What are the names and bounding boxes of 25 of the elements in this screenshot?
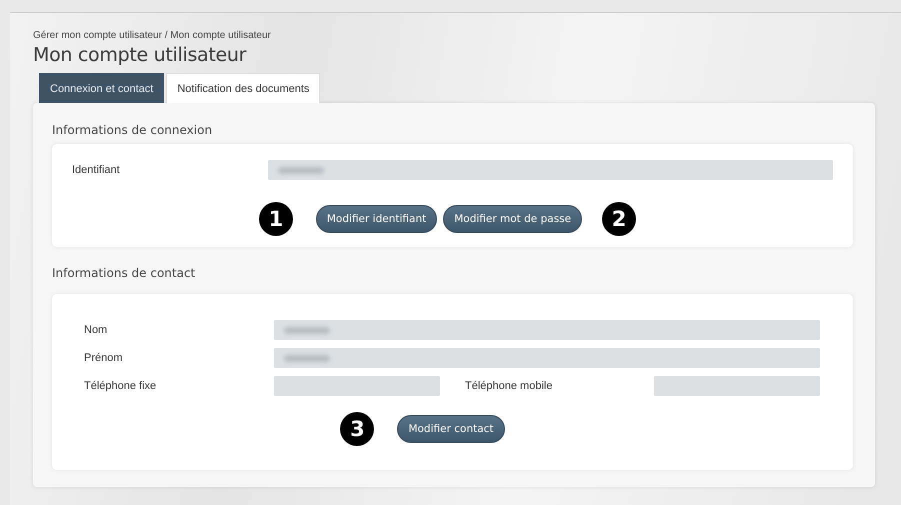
input-field[interactable]	[654, 376, 820, 396]
blurred-value	[284, 354, 330, 362]
field-label: Identifiant	[72, 164, 121, 176]
field-label: Nom	[84, 324, 108, 336]
input-field[interactable]	[268, 160, 833, 180]
page-title: Mon compte utilisateur	[33, 43, 248, 67]
blurred-value	[284, 326, 330, 334]
tab[interactable]: Connexion et contact	[39, 73, 164, 103]
button[interactable]: Modifier contact	[397, 415, 505, 443]
tab[interactable]: Notification des documents	[166, 73, 320, 103]
input-field[interactable]	[274, 376, 440, 396]
field-label: Téléphone fixe	[84, 380, 158, 392]
callout-number: 3	[340, 412, 374, 446]
input-field[interactable]	[274, 348, 820, 368]
blurred-value	[278, 166, 324, 174]
field-label: Prénom	[84, 352, 124, 364]
callout-number: 2	[602, 202, 636, 236]
section-heading: Informations de connexion	[52, 122, 214, 139]
breadcrumb: Gérer mon compte utilisateur / Mon compte utilisateur	[33, 29, 272, 42]
section-heading: Informations de contact	[52, 265, 196, 282]
input-field[interactable]	[274, 320, 820, 340]
button[interactable]: Modifier identifiant	[316, 205, 438, 233]
button[interactable]: Modifier mot de passe	[443, 205, 582, 233]
field-label: Téléphone mobile	[464, 380, 554, 392]
callout-number: 1	[258, 202, 293, 236]
